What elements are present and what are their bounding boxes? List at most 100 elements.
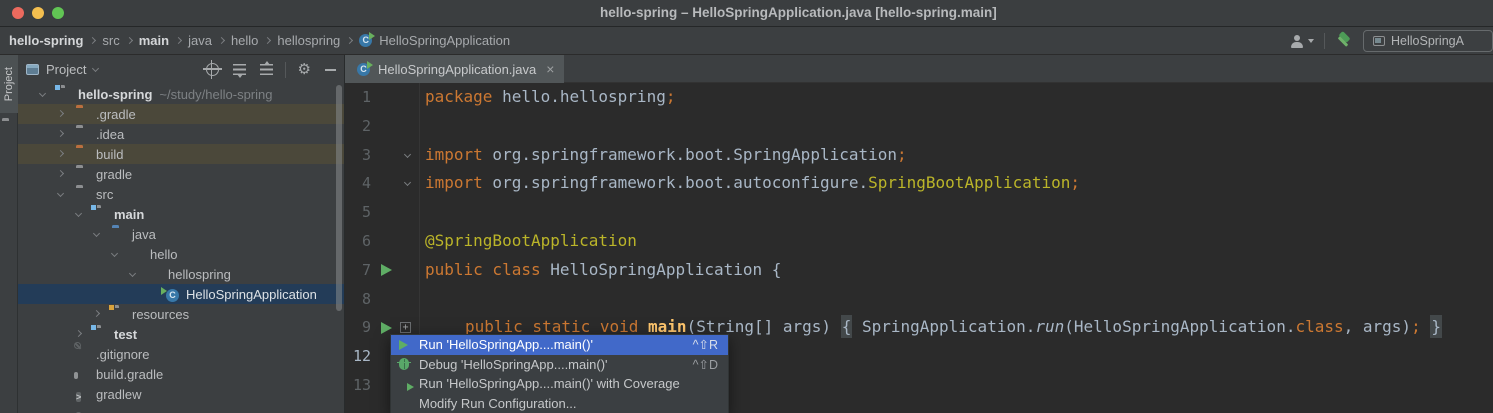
tree-row[interactable]: hello: [18, 244, 344, 264]
breadcrumb-item-hellospring[interactable]: hellospring: [277, 33, 340, 48]
collapse-all-icon[interactable]: [259, 61, 273, 75]
tool-window-stripe: Project: [0, 55, 18, 413]
breadcrumb-item-hello[interactable]: hello: [231, 33, 258, 48]
tree-row[interactable]: hello-spring ~/study/hello-spring: [18, 84, 344, 104]
menu-item[interactable]: Modify Run Configuration...: [391, 394, 728, 413]
hide-panel-icon[interactable]: [325, 68, 336, 71]
breadcrumb-item-main[interactable]: main: [139, 33, 169, 48]
chevron-down-icon[interactable]: [38, 89, 47, 98]
menu-item[interactable]: Run 'HelloSpringApp....main()' with Cove…: [391, 374, 728, 394]
chevron-right-icon[interactable]: [56, 169, 65, 178]
tree-row[interactable]: java: [18, 224, 344, 244]
chevron-right-icon[interactable]: [56, 149, 65, 158]
gear-icon[interactable]: ⚙: [298, 62, 311, 77]
tree-row[interactable]: hellospring: [18, 264, 344, 284]
line-number[interactable]: 3: [345, 141, 371, 170]
breadcrumb-item-HelloSpringApplication[interactable]: C HelloSpringApplication: [359, 32, 511, 48]
breadcrumb-label: hello: [230, 33, 259, 48]
chevron-down-icon[interactable]: [110, 249, 119, 258]
main-area: Project Project ⚙ hello-spring ~/study/he…: [0, 55, 1493, 413]
chevron-right-icon[interactable]: [74, 329, 83, 338]
project-tree-scrollbar[interactable]: [336, 85, 342, 311]
line-number[interactable]: 4: [345, 169, 371, 198]
close-window-button[interactable]: [12, 7, 24, 19]
class-run-icon: C: [359, 32, 376, 48]
code-line[interactable]: 3 import org.springframework.boot.SpringA…: [345, 141, 1493, 170]
line-number[interactable]: 9: [345, 313, 371, 342]
zoom-window-button[interactable]: [52, 7, 64, 19]
code-token: {: [840, 315, 853, 339]
line-number[interactable]: 7: [345, 256, 371, 285]
fold-expand-icon[interactable]: +: [400, 322, 411, 334]
breadcrumb-label: src: [102, 33, 120, 48]
code-line[interactable]: 5: [345, 198, 1493, 227]
chevron-right-icon[interactable]: [56, 129, 65, 138]
expand-all-icon[interactable]: [232, 64, 246, 78]
editor-tab[interactable]: C HelloSpringApplication.java ×: [345, 55, 565, 83]
breadcrumb-label: HelloSpringApplication: [379, 33, 511, 48]
chevron-down-icon[interactable]: [128, 269, 137, 278]
resources-badge: [108, 304, 115, 311]
chevron-down-icon[interactable]: [74, 209, 83, 218]
fold-marker-icon[interactable]: [403, 179, 412, 187]
line-number[interactable]: 5: [345, 198, 371, 227]
chevron-down-icon[interactable]: [56, 189, 65, 198]
debug-bug-icon: [397, 358, 411, 371]
chevron-down-icon[interactable]: [92, 64, 100, 72]
tree-row[interactable]: main: [18, 204, 344, 224]
code-line[interactable]: 1 package hello.hellospring;: [345, 83, 1493, 112]
line-number[interactable]: 12: [345, 342, 371, 371]
code-token: , args): [1343, 317, 1412, 337]
code-token: ;: [1411, 317, 1421, 337]
code-line[interactable]: 8: [345, 285, 1493, 314]
run-gutter-icon[interactable]: [381, 264, 392, 277]
tree-row[interactable]: build.gradle: [18, 364, 344, 384]
code-line[interactable]: 2: [345, 112, 1493, 141]
run-gutter-icon[interactable]: [381, 321, 392, 334]
code-line-content: package hello.hellospring;: [425, 83, 675, 112]
line-number[interactable]: 8: [345, 285, 371, 314]
line-number[interactable]: 1: [345, 83, 371, 112]
stripe-tab-project[interactable]: Project: [0, 55, 18, 113]
tree-row[interactable]: test: [18, 324, 344, 344]
breadcrumb-item-hello-spring[interactable]: hello-spring: [9, 33, 83, 48]
tree-item-label: HelloSpringApplication: [186, 286, 317, 302]
user-profile-button[interactable]: [1290, 34, 1314, 48]
tree-row[interactable]: src: [18, 184, 344, 204]
code-token: public class: [425, 259, 541, 279]
run-configuration-select[interactable]: HelloSpringA: [1363, 30, 1493, 52]
line-number[interactable]: 6: [345, 227, 371, 256]
tree-row[interactable]: resources: [18, 304, 344, 324]
tree-row[interactable]: C HelloSpringApplication: [18, 284, 344, 304]
locate-file-icon[interactable]: [202, 60, 222, 79]
code-line[interactable]: 4 import org.springframework.boot.autocon…: [345, 169, 1493, 198]
tree-row[interactable]: .gradle: [18, 104, 344, 124]
tree-row[interactable]: >: [18, 404, 344, 413]
fold-marker-icon[interactable]: [403, 150, 412, 158]
menu-item[interactable]: Debug 'HelloSpringApp....main()' ^⇧D: [391, 355, 728, 375]
breadcrumb-separator-icon: [125, 36, 133, 45]
chevron-right-icon[interactable]: [92, 309, 101, 318]
line-number[interactable]: 2: [345, 112, 371, 141]
line-number[interactable]: 13: [345, 371, 371, 400]
chevron-right-icon[interactable]: [56, 109, 65, 118]
tree-row[interactable]: .gitignore: [18, 342, 344, 364]
chevron-down-icon[interactable]: [92, 229, 101, 238]
breadcrumb-item-src[interactable]: src: [102, 33, 119, 48]
tree-row[interactable]: build: [18, 144, 344, 164]
close-icon[interactable]: ×: [546, 61, 554, 77]
code-line-content: @SpringBootApplication: [425, 227, 637, 256]
tree-row[interactable]: > gradlew: [18, 384, 344, 404]
tree-row[interactable]: .idea: [18, 124, 344, 144]
project-panel-title[interactable]: Project: [46, 62, 86, 77]
breadcrumb-label: java: [188, 33, 212, 48]
breadcrumb-item-java[interactable]: java: [188, 33, 212, 48]
code-line[interactable]: 7 public class HelloSpringApplication {: [345, 256, 1493, 285]
tree-row[interactable]: gradle: [18, 164, 344, 184]
code-line[interactable]: 6 @SpringBootApplication: [345, 227, 1493, 256]
menu-item[interactable]: Run 'HelloSpringApp....main()' ^⇧R: [391, 335, 728, 355]
minimize-window-button[interactable]: [32, 7, 44, 19]
tree-item-label: hello: [150, 246, 178, 262]
code-token: package: [425, 87, 493, 106]
build-hammer-icon[interactable]: [1335, 32, 1353, 50]
